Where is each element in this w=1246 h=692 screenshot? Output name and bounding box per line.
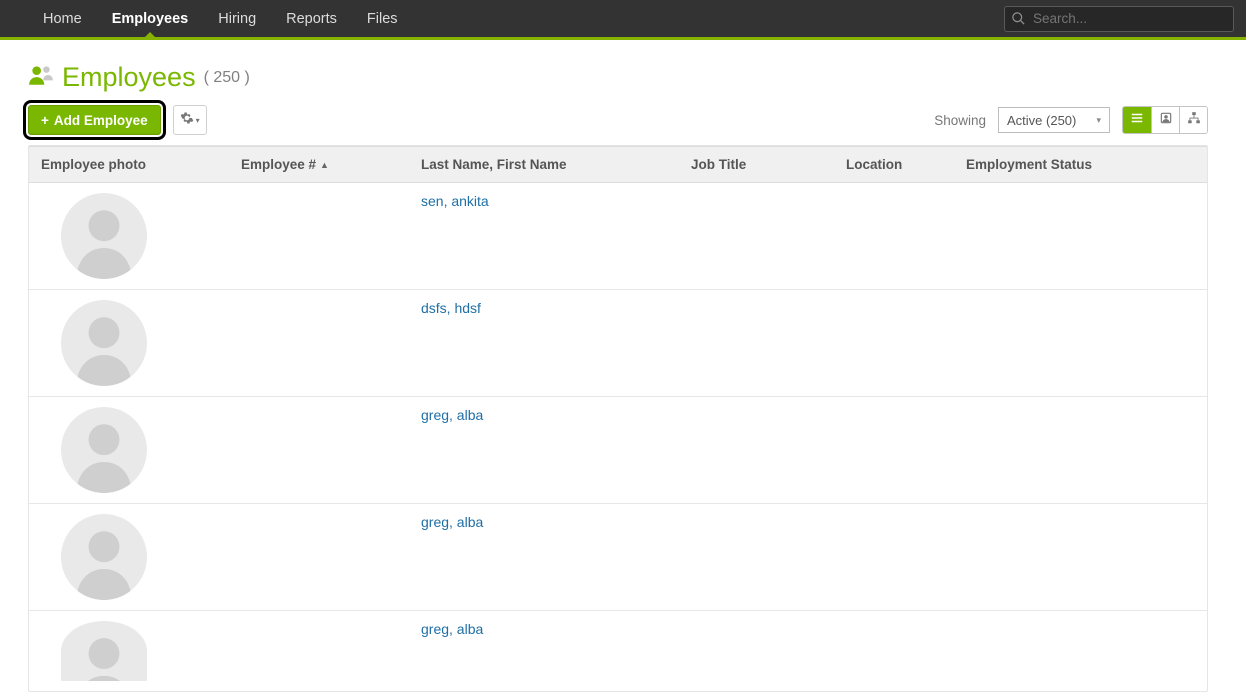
cell-photo	[29, 300, 229, 386]
toolbar-left: + Add Employee ▾	[28, 105, 207, 135]
avatar	[61, 193, 147, 279]
cell-name: greg, alba	[409, 514, 679, 532]
nav-files[interactable]: Files	[352, 0, 413, 37]
page-title: Employees	[62, 62, 196, 93]
page-body: Employees ( 250 ) + Add Employee ▾ Showi…	[0, 40, 1246, 692]
table-row: greg, alba	[29, 611, 1207, 691]
filter-dropdown[interactable]: Active (250) ▾	[998, 107, 1110, 133]
th-employee-number[interactable]: Employee # ▲	[229, 157, 409, 172]
employee-link[interactable]: greg, alba	[421, 514, 483, 530]
cell-photo	[29, 621, 229, 681]
avatar	[61, 407, 147, 493]
th-location[interactable]: Location	[834, 157, 954, 172]
table-row: greg, alba	[29, 397, 1207, 504]
list-icon	[1130, 111, 1144, 130]
view-mode-group	[1122, 106, 1208, 134]
avatar	[61, 300, 147, 386]
table-row: dsfs, hdsf	[29, 290, 1207, 397]
employee-table: Employee photo Employee # ▲ Last Name, F…	[28, 145, 1208, 692]
search-input[interactable]	[1004, 6, 1234, 32]
gear-icon	[180, 111, 194, 130]
page-header: Employees ( 250 )	[28, 62, 1208, 93]
view-list-button[interactable]	[1123, 107, 1151, 133]
people-icon	[28, 62, 54, 93]
cell-photo	[29, 514, 229, 600]
table-header: Employee photo Employee # ▲ Last Name, F…	[29, 146, 1207, 183]
filter-selected-value: Active (250)	[1007, 113, 1076, 128]
th-employee-number-label: Employee #	[241, 157, 316, 172]
search-box	[1004, 6, 1234, 32]
employee-link[interactable]: sen, ankita	[421, 193, 489, 209]
nav-items: Home Employees Hiring Reports Files	[28, 0, 413, 37]
plus-icon: +	[41, 113, 49, 128]
th-job-title[interactable]: Job Title	[679, 157, 834, 172]
nav-employees[interactable]: Employees	[97, 0, 204, 37]
cell-name: dsfs, hdsf	[409, 300, 679, 318]
showing-label: Showing	[934, 113, 986, 128]
settings-button[interactable]: ▾	[173, 105, 207, 135]
add-employee-label: Add Employee	[54, 113, 148, 128]
employee-link[interactable]: greg, alba	[421, 407, 483, 423]
cell-photo	[29, 193, 229, 279]
employee-link[interactable]: dsfs, hdsf	[421, 300, 481, 316]
th-photo[interactable]: Employee photo	[29, 157, 229, 172]
page-count: ( 250 )	[204, 69, 250, 87]
view-org-button[interactable]	[1179, 107, 1207, 133]
th-status[interactable]: Employment Status	[954, 157, 1207, 172]
th-name[interactable]: Last Name, First Name	[409, 157, 679, 172]
chevron-down-icon: ▾	[1096, 115, 1101, 126]
nav-reports[interactable]: Reports	[271, 0, 352, 37]
cell-photo	[29, 407, 229, 493]
search-icon	[1011, 11, 1026, 31]
employee-link[interactable]: greg, alba	[421, 621, 483, 637]
view-card-button[interactable]	[1151, 107, 1179, 133]
avatar	[61, 621, 147, 681]
org-chart-icon	[1187, 111, 1201, 130]
add-employee-button[interactable]: + Add Employee	[28, 105, 161, 135]
table-row: sen, ankita	[29, 183, 1207, 290]
toolbar-right: Showing Active (250) ▾	[934, 106, 1208, 134]
table-row: greg, alba	[29, 504, 1207, 611]
nav-home[interactable]: Home	[28, 0, 97, 37]
nav-hiring[interactable]: Hiring	[203, 0, 271, 37]
cell-name: greg, alba	[409, 407, 679, 425]
cell-name: sen, ankita	[409, 193, 679, 211]
top-navbar: Home Employees Hiring Reports Files	[0, 0, 1246, 40]
toolbar: + Add Employee ▾ Showing Active (250) ▾	[28, 105, 1208, 135]
sort-ascending-icon: ▲	[320, 160, 329, 170]
avatar	[61, 514, 147, 600]
chevron-down-icon: ▾	[196, 116, 200, 125]
cell-name: greg, alba	[409, 621, 679, 639]
card-icon	[1159, 111, 1173, 130]
